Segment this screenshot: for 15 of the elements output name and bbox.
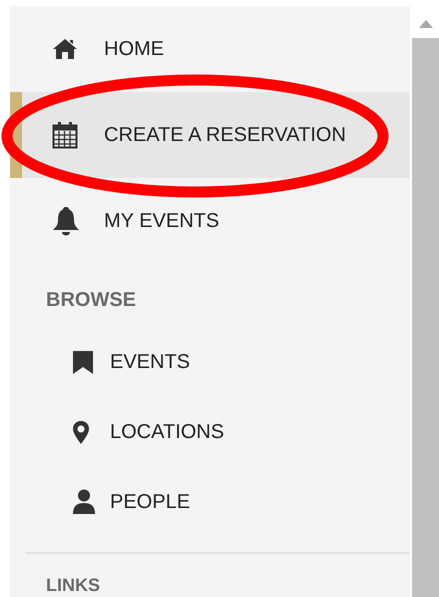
user-icon xyxy=(72,489,96,515)
calendar-icon xyxy=(52,121,78,149)
nav-item[interactable]: LOCATIONS xyxy=(10,397,410,467)
bell-icon xyxy=(52,206,80,236)
bookmark-icon xyxy=(72,350,94,374)
nav-item[interactable]: MY EVENTS xyxy=(10,178,410,264)
section-heading: LINKS xyxy=(45,576,101,594)
scroll-up-arrow-icon[interactable] xyxy=(418,20,432,28)
nav-item[interactable]: HOME xyxy=(10,6,410,92)
home-icon xyxy=(52,38,78,60)
map-pin-icon xyxy=(72,420,90,444)
nav-item[interactable]: EVENTS xyxy=(10,327,410,397)
section-heading: BROWSE xyxy=(45,288,137,313)
nav-item[interactable]: CREATE A RESERVATION xyxy=(10,92,410,178)
nav-item[interactable]: PEOPLE xyxy=(10,467,410,537)
